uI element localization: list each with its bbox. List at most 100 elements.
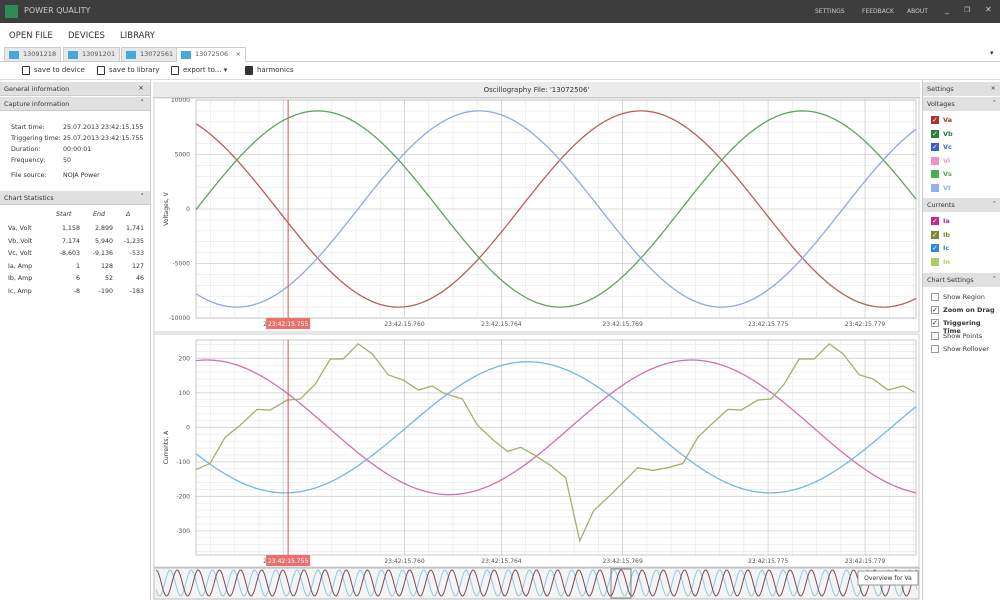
tab-13072561[interactable]: 13072561 xyxy=(121,47,179,62)
checkbox-label[interactable]: Zoom on Drag xyxy=(943,306,995,314)
label: save to library xyxy=(109,66,160,74)
about-link[interactable]: ABOUT xyxy=(907,8,928,15)
checkbox[interactable]: ✓ xyxy=(931,129,939,138)
checkbox-label[interactable]: Show Region xyxy=(943,293,985,301)
stats-header: End xyxy=(93,211,105,218)
checkbox-label[interactable]: Vt xyxy=(943,184,951,192)
save-to-library-button[interactable]: save to library xyxy=(97,66,160,75)
label: Chart Statistics xyxy=(4,194,54,202)
label: harmonics xyxy=(257,66,294,74)
checkbox[interactable]: ✓ xyxy=(931,306,939,314)
app-title: POWER QUALITY xyxy=(24,6,91,15)
cursor-label: 23:42:15.755 xyxy=(268,558,308,565)
stats-cell: 7,174 xyxy=(61,237,80,245)
oscillography-charts[interactable]: 23:42:15.755 23:42:15.760 23:42:15.764 23:4… xyxy=(153,98,920,600)
stats-row-label: Ib, Amp xyxy=(8,275,33,282)
field-value: 25.07.2013 23:42:15.155 xyxy=(63,124,144,131)
tab-label: 13091218 xyxy=(23,50,57,58)
checkbox[interactable]: ✓ xyxy=(931,143,939,151)
checkbox[interactable] xyxy=(931,257,939,266)
stats-cell: 1 xyxy=(75,262,80,270)
checkbox[interactable]: ✓ xyxy=(931,116,939,124)
harmonics-button[interactable]: harmonics xyxy=(245,66,294,75)
overview-strip[interactable]: Overview for Va xyxy=(153,567,920,600)
minimize-icon[interactable]: _ xyxy=(945,5,949,14)
checkbox-label[interactable]: Ia xyxy=(943,217,950,225)
checkbox[interactable] xyxy=(931,293,939,301)
waveform-icon xyxy=(126,51,136,59)
tab-label: 13072506 xyxy=(195,50,229,58)
checkbox[interactable]: ✓ xyxy=(931,217,939,225)
checkbox[interactable] xyxy=(931,156,939,165)
checkbox-label[interactable]: Vc xyxy=(943,143,952,151)
currents-header[interactable]: Currents ˄ xyxy=(923,198,1000,212)
label: Settings xyxy=(927,85,954,93)
chart-panel xyxy=(153,333,920,568)
capture-information-header[interactable]: Capture information ˄ xyxy=(0,97,150,111)
export-to-dropdown[interactable]: export to... ▾ xyxy=(171,66,227,75)
checkbox[interactable]: ✓ xyxy=(931,244,939,252)
chevron-up-icon[interactable]: ˄ xyxy=(141,99,145,107)
checkbox[interactable] xyxy=(931,332,939,340)
menu-library[interactable]: LIBRARY xyxy=(120,31,155,41)
field-label: File source: xyxy=(11,172,47,179)
checkbox-label[interactable]: Show Rollover xyxy=(943,345,989,353)
field-label: Triggering time: xyxy=(11,135,61,142)
tab-13072506[interactable]: 13072506 × xyxy=(176,47,246,62)
checkbox-label[interactable]: Vb xyxy=(943,130,953,138)
checkbox[interactable]: ✓ xyxy=(931,319,939,327)
settings-link[interactable]: SETTINGS xyxy=(815,8,845,15)
checkbox[interactable] xyxy=(931,183,939,192)
checkbox-label[interactable]: In xyxy=(943,258,950,266)
general-information-header[interactable]: General information × xyxy=(0,82,150,96)
close-icon[interactable]: ✕ xyxy=(985,5,992,14)
checkbox[interactable] xyxy=(931,345,939,353)
checkbox[interactable] xyxy=(931,170,939,178)
field-value: NOJA Power xyxy=(63,172,100,179)
chevron-up-icon[interactable]: ˄ xyxy=(993,200,996,208)
pin-icon[interactable]: × xyxy=(991,84,996,92)
checkbox-label[interactable]: Show Points xyxy=(943,332,982,340)
save-to-device-button[interactable]: save to device xyxy=(22,66,85,75)
tab-label: 13072561 xyxy=(140,50,174,58)
checkbox-label[interactable]: Ib xyxy=(943,231,950,239)
checkbox-label[interactable]: Va xyxy=(943,116,952,124)
chevron-up-icon[interactable]: ˄ xyxy=(141,193,145,201)
field-label: Frequency: xyxy=(11,157,46,164)
chart-statistics-header[interactable]: Chart Statistics ˄ xyxy=(0,191,150,205)
label: Capture information xyxy=(4,100,70,108)
x-tick-label: 23:42:15.769 xyxy=(603,558,643,565)
field-value: 25.07.2013 23:42:15.755 xyxy=(63,135,144,142)
stats-row-label: Ic, Amp xyxy=(8,287,32,295)
stats-cell: 1,158 xyxy=(61,225,80,232)
y-tick-label: -5000 xyxy=(173,261,191,268)
stats-row-label: Vc, Volt xyxy=(8,250,32,257)
feedback-link[interactable]: FEEDBACK xyxy=(862,8,894,15)
waveform-icon xyxy=(9,51,19,59)
stats-cell: -1,235 xyxy=(123,237,144,245)
y-axis-label: Currents, A xyxy=(163,430,170,464)
close-tab-icon[interactable]: × xyxy=(236,50,241,58)
waveform-icon xyxy=(181,51,191,59)
voltages-header[interactable]: Voltages ˄ xyxy=(923,97,1000,111)
stats-row-label: Va, Volt xyxy=(8,225,32,232)
app-logo-icon xyxy=(5,5,18,18)
tab-13091201[interactable]: 13091201 xyxy=(63,47,121,62)
chevron-up-icon[interactable]: ˄ xyxy=(993,99,996,107)
stats-cell: -190 xyxy=(98,287,113,295)
waveform-icon xyxy=(68,51,78,59)
restore-icon[interactable]: ❐ xyxy=(964,6,970,14)
chart-settings-header[interactable]: Chart Settings ˄ xyxy=(923,273,1000,287)
chevron-up-icon[interactable]: ˄ xyxy=(993,275,996,283)
stats-header: Δ xyxy=(126,211,131,218)
checkbox[interactable]: ✓ xyxy=(931,230,939,239)
checkbox-label[interactable]: Vs xyxy=(943,170,952,178)
checkbox-label[interactable]: Ic xyxy=(943,244,949,252)
pin-icon[interactable]: × xyxy=(138,84,144,92)
menu-open-file[interactable]: OPEN FILE xyxy=(9,31,53,41)
label: save to device xyxy=(34,66,85,74)
tab-13091218[interactable]: 13091218 xyxy=(4,47,62,62)
checkbox-label[interactable]: Vi xyxy=(943,157,950,165)
file-tabs: 13091218 13091201 13072561 13072506 × xyxy=(0,46,1000,62)
menu-devices[interactable]: DEVICES xyxy=(68,31,105,41)
